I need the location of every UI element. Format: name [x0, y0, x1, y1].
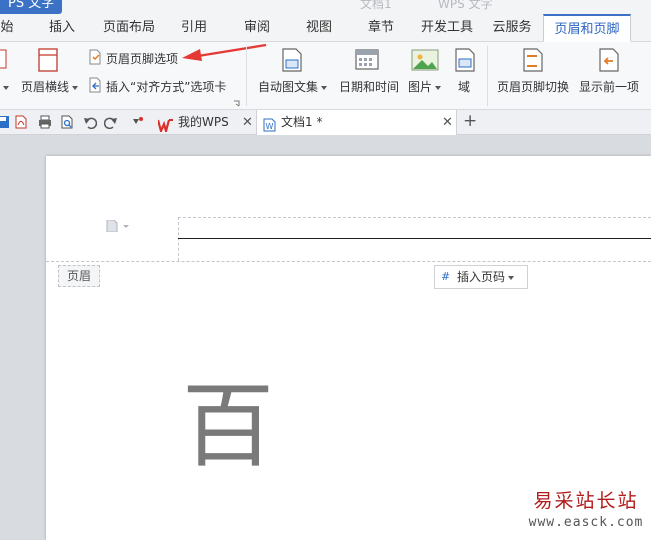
- tab-view[interactable]: 视图: [304, 14, 334, 42]
- ribbon-separator: [246, 46, 247, 106]
- title-bar: PS 文字 文档1 WPS 文字: [0, 0, 651, 14]
- header-line-button[interactable]: 页眉横线: [21, 78, 79, 95]
- insert-align-tab-button[interactable]: 插入“对齐方式”选项卡: [106, 78, 226, 95]
- tab-references[interactable]: 引用: [179, 14, 209, 42]
- undo-icon[interactable]: [83, 115, 98, 130]
- header-label: 页眉: [58, 265, 100, 287]
- header-rule-line: [178, 238, 651, 239]
- save-icon[interactable]: [0, 115, 14, 129]
- auto-text-button[interactable]: 自动图文集: [258, 78, 328, 95]
- dialog-launcher-icon[interactable]: [233, 96, 240, 110]
- new-tab-button[interactable]: +: [463, 110, 477, 135]
- app-name-badge[interactable]: PS 文字: [0, 0, 63, 14]
- customize-dropdown-icon[interactable]: [131, 115, 145, 129]
- tab-developer[interactable]: 开发工具: [420, 14, 474, 42]
- svg-text:W: W: [266, 122, 274, 131]
- tab-review[interactable]: 审阅: [242, 14, 272, 42]
- switch-header-footer-icon[interactable]: [521, 47, 545, 76]
- tab-cloud[interactable]: 云服务: [492, 14, 532, 42]
- picture-button[interactable]: 图片: [408, 78, 442, 95]
- header-area[interactable]: [178, 217, 651, 261]
- print-icon[interactable]: [38, 115, 52, 129]
- redo-icon[interactable]: [103, 115, 118, 130]
- tab-section[interactable]: 章节: [366, 14, 396, 42]
- header-boundary: [46, 261, 651, 262]
- header-options-icon[interactable]: [106, 219, 130, 235]
- title-doc-name: 文档1: [360, 0, 392, 11]
- tab-my-wps[interactable]: 我的WPS ✕: [156, 110, 256, 136]
- tab-page-layout[interactable]: 页面布局: [103, 14, 155, 42]
- insert-page-number-button[interactable]: # 插入页码: [434, 265, 528, 289]
- field-icon[interactable]: [454, 47, 476, 76]
- tab-header-footer[interactable]: 页眉和页脚: [543, 14, 631, 42]
- document-canvas: 页眉 # 插入页码 百 易采站长站 www.easck.com: [0, 135, 651, 540]
- site-watermark: 易采站长站 www.easck.com: [521, 488, 651, 540]
- partial-tool-caret[interactable]: [0, 80, 9, 94]
- watermark-site-name: 易采站长站: [533, 490, 639, 512]
- header-footer-options-button[interactable]: 页眉页脚选项: [106, 50, 178, 67]
- annotation-arrow-icon: [180, 42, 270, 67]
- svg-text:#: #: [441, 270, 450, 282]
- date-time-button[interactable]: 日期和时间: [339, 78, 399, 95]
- tab-insert[interactable]: 插入: [47, 14, 77, 42]
- header-line-icon[interactable]: [37, 47, 59, 76]
- partial-tool-icon[interactable]: [0, 48, 8, 73]
- document-page[interactable]: 页眉 # 插入页码 百: [46, 156, 651, 540]
- insert-tab-icon: [87, 77, 103, 96]
- tab-document1[interactable]: W 文档1 * ✕: [256, 110, 457, 135]
- tab-home[interactable]: 始: [0, 14, 14, 42]
- ribbon-separator: [487, 46, 488, 106]
- close-tab-my-wps-icon[interactable]: ✕: [242, 110, 253, 135]
- auto-text-icon[interactable]: [280, 47, 304, 76]
- ribbon-toolbar: 页眉横线 页眉页脚选项 插入“对齐方式”选项卡 自动图文集 日期和时间 图片 域…: [0, 42, 651, 110]
- page-number-icon: #: [441, 267, 453, 289]
- title-app-name: WPS 文字: [438, 0, 493, 11]
- options-doc-icon: [87, 49, 103, 68]
- export-pdf-icon[interactable]: [14, 115, 28, 129]
- document-body-text[interactable]: 百: [182, 381, 274, 473]
- calendar-icon[interactable]: [354, 47, 380, 74]
- field-button[interactable]: 域: [458, 78, 470, 95]
- show-previous-icon[interactable]: [597, 47, 621, 76]
- picture-icon[interactable]: [411, 48, 439, 75]
- print-preview-icon[interactable]: [60, 115, 74, 129]
- tab-document1-label: 文档1 *: [281, 115, 323, 129]
- ribbon-tab-bar: 始 插入 页面布局 引用 审阅 视图 章节 开发工具 云服务 页眉和页脚: [0, 14, 651, 42]
- watermark-url: www.easck.com: [528, 515, 644, 530]
- switch-header-footer-button[interactable]: 页眉页脚切换: [497, 78, 569, 95]
- tab-my-wps-label: 我的WPS: [178, 115, 229, 129]
- show-previous-button[interactable]: 显示前一项: [579, 78, 639, 95]
- close-tab-document1-icon[interactable]: ✕: [442, 110, 453, 135]
- quick-access-bar: 我的WPS ✕ W 文档1 * ✕ +: [0, 110, 651, 136]
